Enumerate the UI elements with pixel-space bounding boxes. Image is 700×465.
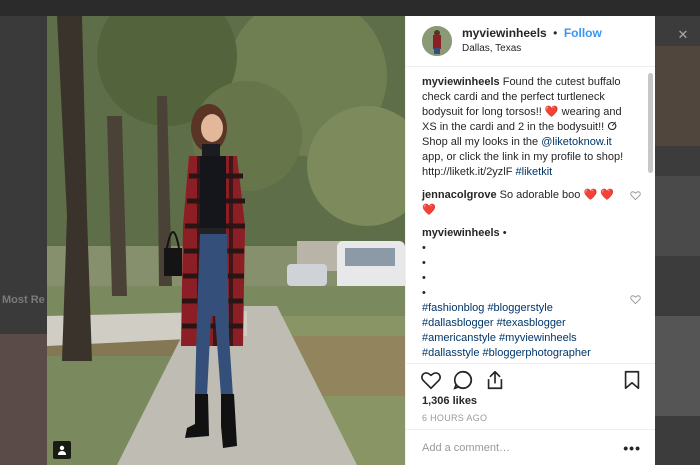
comment-text: So adorable boo [499,188,581,201]
bookmark-icon[interactable] [621,369,643,391]
post-header: myviewinheels • Follow Dallas, Texas [406,16,655,67]
post-photo-illustration [47,16,405,465]
more-options-icon[interactable]: ••• [623,440,641,456]
share-icon[interactable] [484,369,506,391]
like-heart-icon[interactable] [420,369,442,391]
comment-item: myviewinheels • • • • • #fashionblog #bl… [422,226,641,363]
caption-url: http://liketk.it/2yzlF [422,165,513,178]
post-username[interactable]: myviewinheels [462,26,547,40]
background-most-recent-label: Most Re [2,294,45,306]
caption: myviewinheels Found the cutest buffalo c… [422,75,641,180]
like-comment-heart-icon[interactable] [630,190,641,201]
post-photo [47,16,405,465]
comments-scrollbar[interactable] [648,72,653,173]
heart-emoji: ❤️ [544,105,559,118]
comment-username[interactable]: myviewinheels [422,227,500,239]
likes-count[interactable]: 1,306 likes [406,395,655,409]
add-comment-input[interactable] [422,441,624,454]
background-thumbnail [655,46,700,146]
caption-hashtag-link[interactable]: #liketkit [516,166,553,178]
caption-username[interactable]: myviewinheels [422,76,500,88]
bullet-text: • [422,286,426,299]
background-right-column [655,16,700,465]
post-location[interactable]: Dallas, Texas [462,41,602,57]
post-modal: myviewinheels • Follow Dallas, Texas myv… [47,16,655,465]
background-left-column [0,16,47,465]
avatar[interactable] [422,25,452,56]
bullet-text: • [502,226,507,239]
hashtag-links[interactable]: #fashionblog #bloggerstyle #dallasblogge… [422,302,604,363]
background-thumbnail [655,176,700,256]
caption-text: Shop all my looks in the [422,135,539,148]
like-comment-heart-icon[interactable] [630,294,641,305]
close-icon[interactable]: ✕ [676,28,690,42]
comments-list[interactable]: myviewinheels Found the cutest buffalo c… [406,67,655,363]
bullet-text: • [422,256,426,269]
caption-mention-link[interactable]: @liketoknow.it [541,136,611,148]
caption-text: app, or click the link in my profile to … [422,150,624,163]
tagged-users-icon[interactable] [53,441,71,459]
bullet-text: • [422,271,426,284]
separator-dot: • [553,25,558,40]
caption-symbol: ⵚ [607,120,618,133]
post-sidebar: myviewinheels • Follow Dallas, Texas myv… [405,16,655,465]
post-timestamp[interactable]: 6 HOURS AGO [406,409,655,429]
background-thumbnail [0,334,47,465]
follow-button[interactable]: Follow [564,26,602,40]
background-thumbnail [655,316,700,416]
comment-bubble-icon[interactable] [452,369,474,391]
comment-username[interactable]: jennacolgrove [422,189,497,201]
add-comment-bar: ••• [406,429,655,465]
comment-item: jennacolgrove So adorable boo ❤️ ❤️ ❤️ [422,188,641,218]
post-actions-bar [406,362,655,395]
bullet-text: • [422,241,426,254]
header-text: myviewinheels • Follow Dallas, Texas [462,25,602,57]
